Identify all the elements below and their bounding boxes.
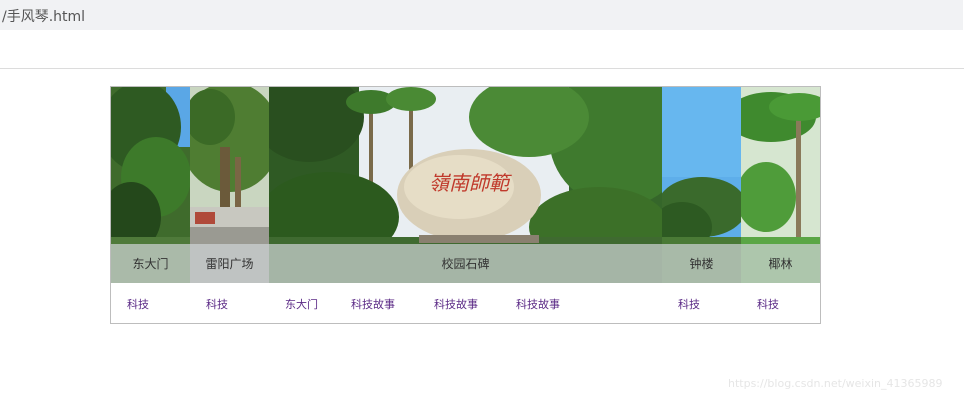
link-tech-story[interactable]: 科技故事 [351,296,395,312]
address-bar[interactable]: /手风琴.html [0,0,963,30]
link-tech[interactable]: 科技 [127,296,149,312]
accordion-panel-east-gate[interactable]: 东大门 科技 [111,87,190,323]
stone-inscription: 嶺南師範 [429,171,512,195]
caption-clock-tower: 钟楼 [662,244,741,283]
caption-coconut-grove: 椰林 [741,244,820,283]
caption-campus-stone: 校园石碑 [269,244,662,283]
accordion-panel-leiyang-square[interactable]: 雷阳广场 科技 [190,87,269,323]
accordion-panel-coconut-grove[interactable]: 椰林 科技 [741,87,820,323]
link-tech-story[interactable]: 科技故事 [434,296,478,312]
caption-leiyang-square: 雷阳广场 [190,244,269,283]
watermark: https://blog.csdn.net/weixin_41365989 [728,377,943,390]
link-tech[interactable]: 科技 [678,296,700,312]
link-tech[interactable]: 科技 [757,296,779,312]
accordion: 东大门 科技 雷阳广场 科技 嶺南師範 校园石碑 东大门 科技故事 科技故事 科… [110,86,821,324]
link-tech-story[interactable]: 科技故事 [516,296,560,312]
link-tech[interactable]: 科技 [206,296,228,312]
caption-east-gate: 东大门 [111,244,190,283]
divider [0,68,964,69]
link-east-gate[interactable]: 东大门 [285,296,318,312]
accordion-panel-campus-stone[interactable]: 嶺南師範 校园石碑 东大门 科技故事 科技故事 科技故事 [269,87,662,323]
accordion-panel-clock-tower[interactable]: 钟楼 科技 [662,87,741,323]
address-text: /手风琴.html [2,9,86,25]
